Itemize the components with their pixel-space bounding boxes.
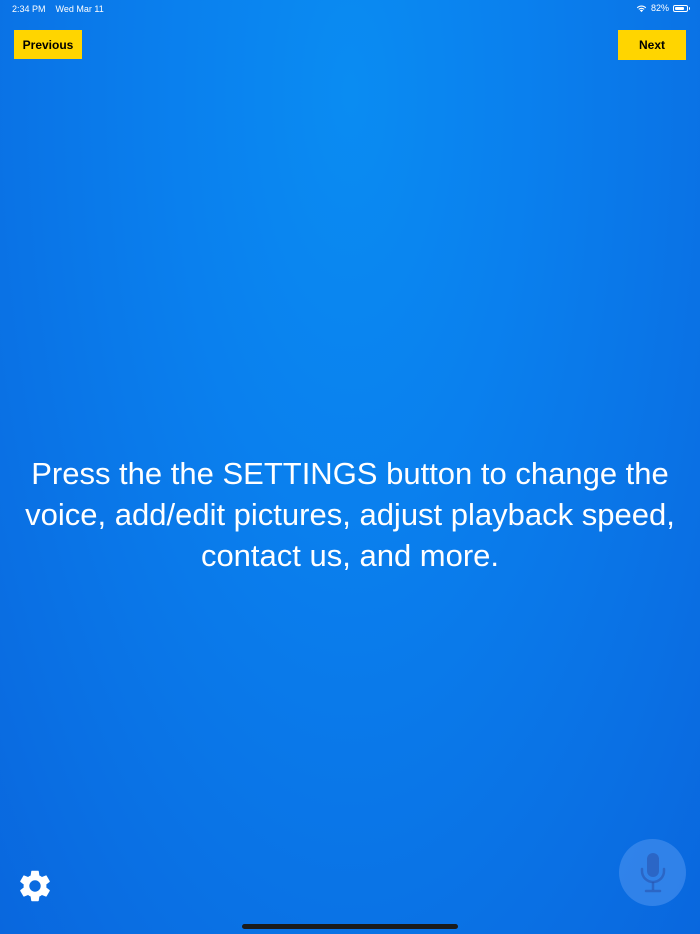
status-bar: 2:34 PM Wed Mar 11 82% [0, 0, 700, 18]
battery-percent: 82% [650, 3, 669, 13]
gear-icon[interactable] [16, 867, 54, 905]
battery-fill [675, 6, 685, 10]
previous-button[interactable]: Previous [14, 30, 82, 59]
microphone-button[interactable] [619, 839, 686, 906]
instruction-text: Press the the SETTINGS button to change … [25, 456, 675, 573]
wifi-icon [636, 4, 647, 13]
status-left: 2:34 PM Wed Mar 11 [12, 4, 104, 14]
next-button[interactable]: Next [618, 30, 686, 60]
battery-icon [673, 4, 690, 12]
status-date: Wed Mar 11 [55, 4, 104, 14]
home-indicator [242, 924, 458, 929]
status-time: 2:34 PM [12, 4, 46, 14]
status-right: 82% [636, 3, 690, 13]
microphone-icon [637, 851, 669, 895]
